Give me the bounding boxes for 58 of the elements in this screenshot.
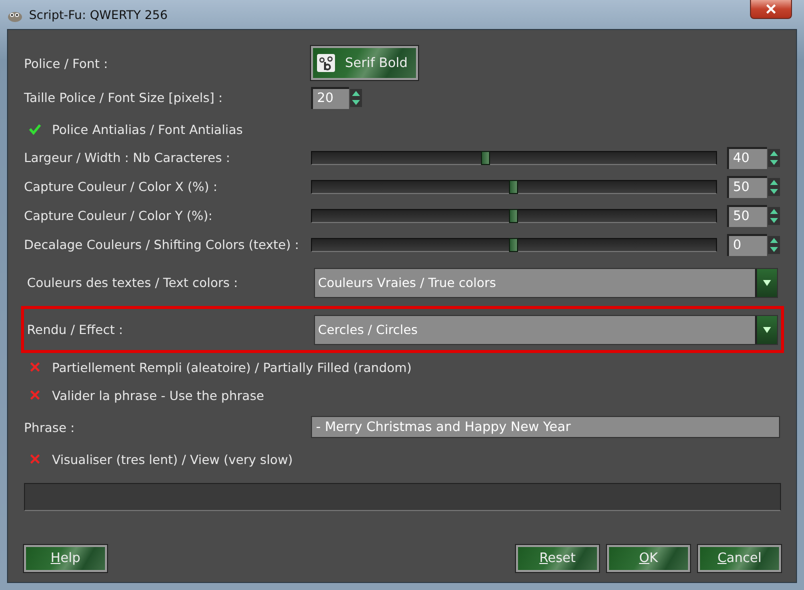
slider[interactable] <box>311 180 717 194</box>
field-label: Couleurs des textes / Text colors : <box>27 275 239 290</box>
slider-thumb[interactable] <box>480 150 490 164</box>
spin-down-icon[interactable] <box>769 188 779 194</box>
checkbox-label: Partiellement Rempli (aleatoire) / Partially Filled (random) <box>52 360 412 374</box>
checkbox[interactable] <box>28 122 42 136</box>
dropdown-arrow-icon <box>762 278 772 286</box>
slider-thumb[interactable] <box>509 238 518 252</box>
reset-button[interactable]: Reset <box>516 545 599 572</box>
spin-field[interactable]: 50 <box>727 176 767 198</box>
spin-up-icon[interactable] <box>351 90 361 96</box>
cross-icon <box>29 361 41 373</box>
dropdown-arrow-icon <box>762 326 772 334</box>
spin-down-icon[interactable] <box>769 246 779 252</box>
checkbox-label: Police Antialias / Font Antialias <box>52 122 243 136</box>
spin-field[interactable]: 20 <box>311 86 349 108</box>
cross-icon <box>29 389 41 401</box>
spin-down-icon[interactable] <box>351 98 361 106</box>
field-label: Capture Couleur / Color Y (%): <box>24 208 214 223</box>
slider[interactable] <box>311 238 717 252</box>
spin-up-icon[interactable] <box>769 178 779 186</box>
dropdown[interactable]: Cercles / Circles <box>314 314 778 344</box>
spin-field[interactable]: 0 <box>727 234 767 256</box>
field-label: Capture Couleur / Color X (%) : <box>24 179 218 194</box>
spin-field[interactable]: 50 <box>727 204 767 226</box>
checkbox[interactable] <box>28 452 42 466</box>
dropdown[interactable]: Couleurs Vraies / True colors <box>314 268 778 298</box>
checkbox-label: Valider la phrase - Use the phrase <box>52 388 264 402</box>
ok-button[interactable]: OK <box>607 545 690 572</box>
spin-up-icon[interactable] <box>769 150 779 156</box>
text-field[interactable]: - Merry Christmas and Happy New Year <box>311 416 780 438</box>
spin-up-icon[interactable] <box>769 236 779 244</box>
window-title: Script-Fu: QWERTY 256 <box>29 8 168 22</box>
slider-thumb[interactable] <box>509 208 518 222</box>
spin-down-icon[interactable] <box>769 216 779 224</box>
checkbox[interactable] <box>28 360 42 374</box>
checkbox-label: Visualiser (tres lent) / View (very slow) <box>52 452 293 466</box>
font-icon <box>317 54 335 72</box>
slider-thumb[interactable] <box>509 180 518 194</box>
field-label: Phrase : <box>24 420 76 434</box>
help-button[interactable]: Help <box>24 545 107 572</box>
close-button[interactable] <box>750 0 792 19</box>
checkbox[interactable] <box>28 388 42 402</box>
font-button[interactable]: Serif Bold <box>311 46 418 80</box>
cancel-button[interactable]: Cancel <box>698 545 781 572</box>
field-label: Rendu / Effect : <box>27 322 124 337</box>
field-label: Taille Police / Font Size [pixels] : <box>24 90 224 105</box>
spin-down-icon[interactable] <box>769 158 779 166</box>
slider[interactable] <box>311 150 717 164</box>
spin-up-icon[interactable] <box>769 208 779 214</box>
field-label: Decalage Couleurs / Shifting Colors (texte) : <box>24 237 300 252</box>
check-icon <box>29 123 41 135</box>
cross-icon <box>29 453 41 465</box>
field-label: Police / Font : <box>24 56 109 70</box>
close-icon <box>766 4 776 14</box>
field-label: Largeur / Width : Nb Caracteres : <box>24 150 232 165</box>
slider[interactable] <box>311 208 717 222</box>
spin-field[interactable]: 40 <box>727 146 767 168</box>
